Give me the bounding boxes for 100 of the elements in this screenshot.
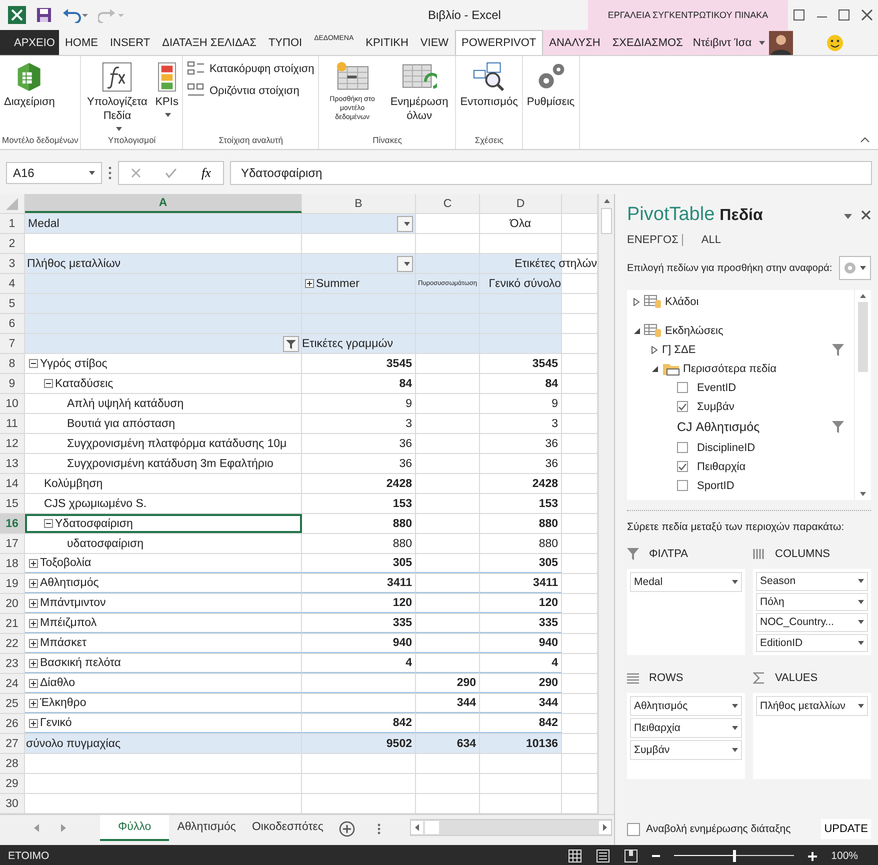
expand-triangle-icon[interactable] [651, 346, 659, 354]
area-field[interactable]: NOC_Country... [756, 613, 868, 632]
row-label-cell[interactable]: Τοξοβολία [25, 554, 302, 573]
field-label[interactable]: Περισσότερα πεδία [683, 362, 776, 374]
row-number[interactable]: 11 [0, 414, 25, 433]
collapse-triangle-icon[interactable] [633, 326, 641, 334]
expand-icon[interactable] [29, 698, 38, 708]
drop-area[interactable]: Medal [627, 569, 745, 655]
row-number[interactable]: 23 [0, 654, 25, 673]
expand-icon[interactable] [305, 279, 314, 288]
close-icon[interactable] [860, 9, 873, 21]
row-number[interactable]: 19 [0, 574, 25, 593]
row-number[interactable]: 8 [0, 354, 25, 373]
row-number[interactable]: 21 [0, 614, 25, 633]
row-number[interactable]: 30 [0, 794, 25, 813]
expand-icon[interactable] [29, 598, 38, 608]
checkbox[interactable] [677, 480, 688, 491]
area-field[interactable]: Πλήθος μεταλλίων [756, 696, 868, 716]
area-field[interactable]: Medal [630, 572, 742, 592]
row-number[interactable]: 20 [0, 594, 25, 613]
collapse-ribbon-icon[interactable] [860, 137, 870, 143]
ribbon-button[interactable]: Ενημέρωση όλων [385, 59, 454, 126]
ribbon-button[interactable]: Οριζόντια στοίχιση [185, 81, 316, 101]
row-label-cell[interactable]: Υγρός στίβος [25, 354, 302, 373]
more-icon[interactable] [108, 166, 112, 180]
zoom-slider[interactable] [674, 850, 794, 862]
ribbon-tab[interactable]: ΑΝΑΛΥΣΗ [543, 30, 606, 55]
close-icon[interactable] [861, 210, 871, 220]
ribbon-tab[interactable]: POWERPIVOT [454, 30, 544, 55]
collapse-icon[interactable] [44, 379, 53, 388]
row-number[interactable]: 6 [0, 314, 25, 333]
field-label[interactable]: SportID [697, 480, 734, 492]
field-label[interactable]: Εκδηλώσεις [665, 324, 724, 336]
ribbon-button[interactable]: KPIs [153, 59, 180, 119]
page-layout-icon[interactable] [596, 849, 610, 863]
sheet-tab[interactable]: Οικοδεσπότες [244, 815, 332, 839]
row-number[interactable]: 4 [0, 274, 25, 293]
ribbon-tab[interactable]: HOME [58, 30, 104, 55]
sheet-tab[interactable]: Φύλλο [100, 815, 170, 841]
ribbon-button[interactable]: Υπολογίζετα Πεδία [83, 59, 152, 132]
expand-icon[interactable] [29, 678, 38, 688]
expand-icon[interactable] [29, 658, 38, 668]
zoom-in-icon[interactable] [808, 852, 818, 860]
row-label-cell[interactable]: Μπέιζμπολ [25, 614, 302, 633]
vertical-scrollbar[interactable] [854, 290, 871, 500]
checkbox[interactable] [627, 822, 640, 836]
scroll-right-icon[interactable] [599, 821, 611, 834]
ribbon-tab[interactable]: INSERT [104, 30, 156, 55]
area-field[interactable]: EditionID [756, 634, 868, 652]
row-number[interactable]: 7 [0, 334, 25, 353]
row-label-cell[interactable]: Μπάσκετ [25, 634, 302, 653]
collapse-triangle-icon[interactable] [651, 364, 659, 372]
expand-triangle-icon[interactable] [633, 298, 641, 306]
row-number[interactable]: 17 [0, 534, 25, 553]
row-number[interactable]: 14 [0, 474, 25, 493]
row-number[interactable]: 24 [0, 674, 25, 693]
expand-icon[interactable] [29, 638, 38, 648]
undo-icon[interactable] [62, 7, 88, 23]
row-label-cell[interactable]: Αθλητισμός [25, 574, 302, 593]
field-label[interactable]: Πειθαρχία [697, 460, 746, 472]
collapse-icon[interactable] [29, 359, 38, 368]
drop-area[interactable]: Αθλητισμός Πειθαρχία Συμβάν [627, 693, 745, 779]
checkbox[interactable] [677, 382, 688, 393]
ribbon-button[interactable]: Κατακόρυφη στοίχιση [185, 59, 316, 79]
row-number[interactable]: 28 [0, 754, 25, 773]
row-label-cell[interactable]: Υδατοσφαίριση [25, 514, 302, 533]
expand-icon[interactable] [29, 578, 38, 588]
horizontal-scrollbar[interactable] [410, 819, 612, 836]
row-label-cell[interactable]: Γενικό [25, 714, 302, 733]
row-number[interactable]: 27 [0, 734, 25, 753]
ribbon-tab[interactable]: ΤΥΠΟΙ [262, 30, 308, 55]
field-label[interactable]: Συμβάν [697, 400, 734, 412]
row-number[interactable]: 16 [0, 514, 25, 533]
row-number[interactable]: 26 [0, 714, 25, 733]
row-label-cell[interactable]: Κολύμβηση [25, 474, 302, 493]
more-icon[interactable] [377, 823, 382, 835]
column-header[interactable]: C [416, 194, 480, 213]
vertical-scrollbar[interactable] [598, 194, 614, 814]
expand-icon[interactable] [29, 558, 38, 568]
update-button[interactable]: UPDATE [821, 819, 871, 839]
row-number[interactable]: 22 [0, 634, 25, 653]
checkbox[interactable] [677, 442, 688, 453]
zoom-out-icon[interactable] [652, 852, 660, 860]
column-header[interactable]: D [480, 194, 562, 213]
maximize-icon[interactable] [838, 9, 850, 21]
row-label-cell[interactable]: Απλή υψηλή κατάδυση [25, 394, 302, 413]
row-number[interactable]: 3 [0, 254, 25, 273]
scroll-thumb[interactable] [601, 208, 612, 234]
row-number[interactable]: 25 [0, 694, 25, 713]
checkbox[interactable] [677, 461, 688, 472]
row-label-cell[interactable]: υδατοσφαίριση [25, 534, 302, 553]
row-label-cell[interactable]: Συγχρονισμένη πλατφόρμα κατάδυσης 10μ [25, 434, 302, 453]
ribbon-tab[interactable]: ΣΧΕΔΙΑΣΜΟΣ [606, 30, 689, 55]
ribbon-button[interactable]: Ρυθμίσεις [524, 59, 577, 112]
sheet-tab[interactable]: Αθλητισμός [169, 815, 244, 839]
help-icon[interactable] [793, 9, 806, 21]
name-box[interactable]: A16 [6, 162, 102, 184]
ribbon-tab[interactable]: ΚΡΙΤΙΚΗ [360, 30, 414, 55]
field-label[interactable]: EventID [697, 382, 736, 394]
row-number[interactable]: 12 [0, 434, 25, 453]
